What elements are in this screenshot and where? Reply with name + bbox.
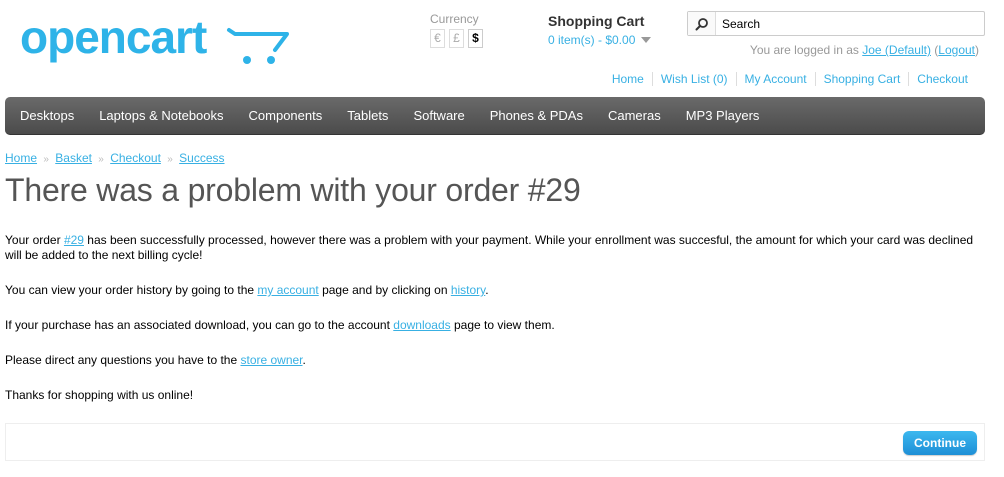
history-message-b: page and by clicking on bbox=[318, 283, 451, 297]
currency-pound-button[interactable]: £ bbox=[449, 29, 464, 48]
welcome-close-paren: ) bbox=[975, 43, 979, 57]
menu-item-laptops[interactable]: Laptops & Notebooks bbox=[89, 97, 233, 135]
currency-euro-button[interactable]: € bbox=[430, 29, 445, 48]
main-menu: Desktops Laptops & Notebooks Components … bbox=[5, 97, 985, 135]
menu-item-cameras[interactable]: Cameras bbox=[598, 97, 671, 135]
page-content: Your order #29 has been successfully pro… bbox=[5, 233, 980, 423]
contact-message: Please direct any questions you have to … bbox=[5, 353, 980, 368]
history-message: You can view your order history by going… bbox=[5, 283, 980, 298]
menu-item-mp3[interactable]: MP3 Players bbox=[676, 97, 770, 135]
logo-text: opencart bbox=[20, 11, 207, 63]
history-message-a: You can view your order history by going… bbox=[5, 283, 258, 297]
breadcrumb-separator: » bbox=[43, 154, 49, 165]
logo[interactable]: opencart bbox=[20, 11, 292, 70]
order-message-a: Your order bbox=[5, 233, 64, 247]
breadcrumb: Home » Basket » Checkout » Success bbox=[5, 151, 225, 165]
order-number-link[interactable]: #29 bbox=[64, 233, 84, 247]
order-message-b: has been successfully processed, however… bbox=[5, 233, 974, 262]
breadcrumb-separator: » bbox=[98, 154, 104, 165]
breadcrumb-home[interactable]: Home bbox=[5, 151, 37, 165]
continue-button[interactable]: Continue bbox=[903, 431, 977, 455]
welcome-text: You are logged in as Joe (Default) (Logo… bbox=[750, 43, 979, 57]
top-link-checkout[interactable]: Checkout bbox=[908, 72, 976, 86]
breadcrumb-basket[interactable]: Basket bbox=[55, 151, 92, 165]
history-message-c: . bbox=[485, 283, 489, 297]
cart-logo-icon bbox=[227, 28, 289, 64]
currency-selector: Currency € £ $ bbox=[430, 12, 483, 48]
download-message-b: page to view them. bbox=[450, 318, 555, 332]
search-input[interactable] bbox=[716, 12, 974, 35]
cart-total[interactable]: 0 item(s) - $0.00 bbox=[548, 33, 635, 47]
breadcrumb-checkout[interactable]: Checkout bbox=[110, 151, 161, 165]
logout-link[interactable]: Logout bbox=[938, 43, 975, 57]
currency-label: Currency bbox=[430, 12, 479, 26]
search-button[interactable] bbox=[688, 12, 716, 35]
menu-item-components[interactable]: Components bbox=[239, 97, 333, 135]
menu-item-phones[interactable]: Phones & PDAs bbox=[480, 97, 593, 135]
shopping-cart[interactable]: Shopping Cart 0 item(s) - $0.00 bbox=[548, 13, 652, 47]
history-link[interactable]: history bbox=[451, 283, 485, 297]
order-message: Your order #29 has been successfully pro… bbox=[5, 233, 980, 263]
search-box bbox=[687, 11, 985, 36]
chevron-down-icon[interactable] bbox=[641, 37, 652, 43]
buttons-bar: Continue bbox=[5, 423, 985, 461]
page-title: There was a problem with your order #29 bbox=[5, 172, 581, 208]
breadcrumb-separator: » bbox=[167, 154, 173, 165]
top-link-wishlist[interactable]: Wish List (0) bbox=[651, 72, 736, 86]
user-account-link[interactable]: Joe (Default) bbox=[862, 43, 931, 57]
my-account-link[interactable]: my account bbox=[257, 283, 318, 297]
downloads-link[interactable]: downloads bbox=[393, 318, 450, 332]
menu-item-software[interactable]: Software bbox=[403, 97, 474, 135]
contact-message-a: Please direct any questions you have to … bbox=[5, 353, 241, 367]
menu-item-desktops[interactable]: Desktops bbox=[10, 97, 84, 135]
menu-item-tablets[interactable]: Tablets bbox=[337, 97, 398, 135]
top-links: Home Wish List (0) My Account Shopping C… bbox=[604, 72, 976, 86]
store-owner-link[interactable]: store owner bbox=[240, 353, 302, 367]
download-message-a: If your purchase has an associated downl… bbox=[5, 318, 394, 332]
top-link-home[interactable]: Home bbox=[604, 72, 652, 86]
breadcrumb-success[interactable]: Success bbox=[179, 151, 224, 165]
contact-message-b: . bbox=[302, 353, 306, 367]
search-icon bbox=[695, 17, 708, 30]
currency-dollar-button[interactable]: $ bbox=[468, 29, 483, 48]
thanks-message: Thanks for shopping with us online! bbox=[5, 388, 194, 402]
welcome-prefix: You are logged in as bbox=[749, 43, 859, 57]
download-message: If your purchase has an associated downl… bbox=[5, 318, 980, 333]
cart-heading[interactable]: Shopping Cart bbox=[548, 13, 651, 29]
top-link-cart[interactable]: Shopping Cart bbox=[814, 72, 909, 86]
top-link-account[interactable]: My Account bbox=[735, 72, 815, 86]
